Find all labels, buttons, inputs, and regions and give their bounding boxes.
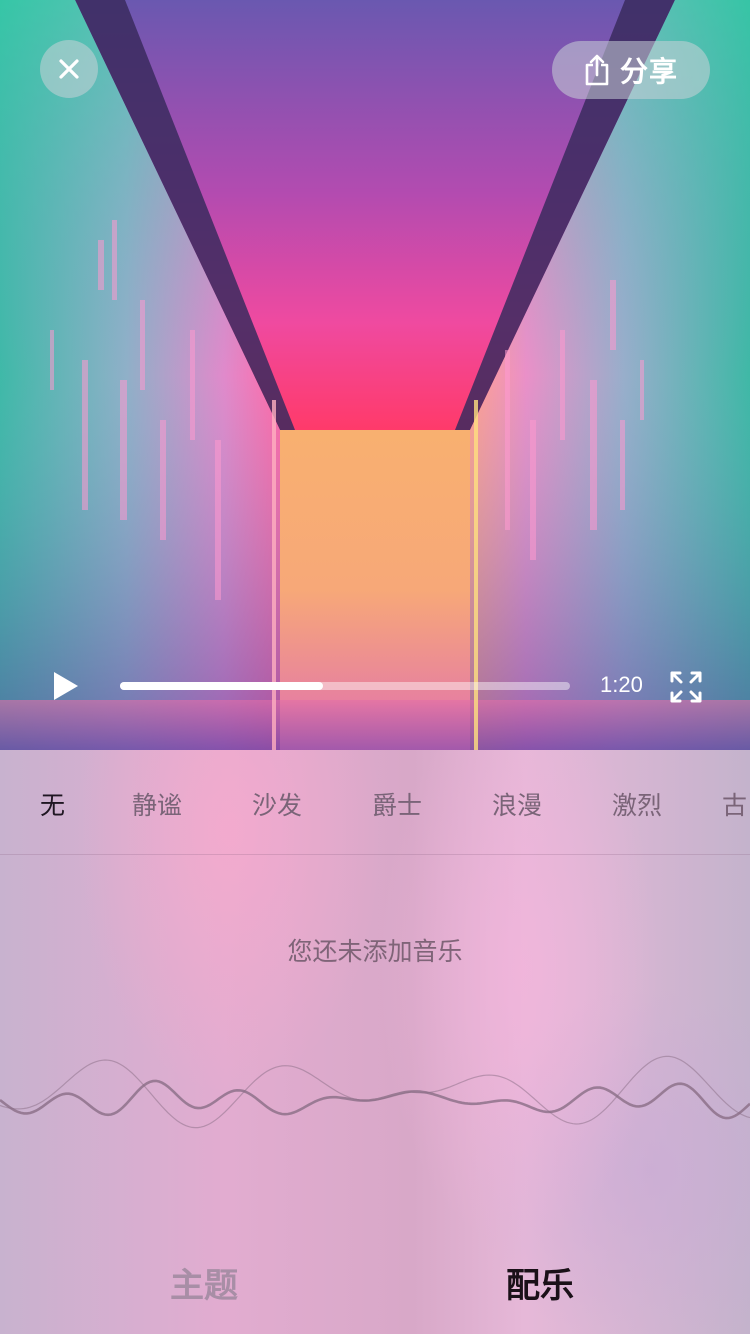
video-preview[interactable]: 分享 1:20 — [0, 0, 750, 750]
play-button[interactable] — [48, 669, 82, 703]
waveform-graphic — [0, 1055, 750, 1129]
share-label: 分享 — [619, 55, 678, 88]
music-panel: 无 静谧 沙发 爵士 浪漫 激烈 古 您还未添加音乐 主题 配乐 — [0, 750, 750, 1334]
music-style-none[interactable]: 无 — [40, 786, 65, 822]
fullscreen-button[interactable] — [668, 669, 704, 705]
close-button[interactable] — [40, 40, 98, 98]
player-controls: 1:20 — [0, 655, 750, 717]
music-style-classic[interactable]: 古 — [722, 786, 747, 822]
music-editor-screen: 分享 1:20 无 静谧 沙发 爵士 浪漫 激烈 古 您还未添加音乐 主题 配乐 — [0, 0, 750, 1334]
corridor-image — [0, 0, 750, 750]
music-style-sofa[interactable]: 沙发 — [252, 786, 302, 822]
empty-music-message: 您还未添加音乐 — [287, 937, 463, 966]
music-style-tabs: 无 静谧 沙发 爵士 浪漫 激烈 古 — [0, 750, 750, 855]
tab-theme[interactable]: 主题 — [170, 1258, 238, 1307]
tab-music[interactable]: 配乐 — [506, 1258, 574, 1307]
music-style-intense[interactable]: 激烈 — [612, 786, 662, 822]
music-style-calm[interactable]: 静谧 — [132, 786, 182, 822]
progress-fill — [120, 682, 323, 690]
play-icon — [54, 672, 78, 700]
music-style-romantic[interactable]: 浪漫 — [492, 786, 542, 822]
close-icon — [59, 59, 79, 79]
music-style-jazz[interactable]: 爵士 — [372, 786, 422, 822]
share-icon — [584, 54, 610, 86]
share-button[interactable]: 分享 — [552, 41, 710, 99]
progress-bar[interactable] — [120, 682, 570, 690]
fullscreen-icon — [670, 671, 702, 703]
playback-time: 1:20 — [600, 672, 643, 697]
